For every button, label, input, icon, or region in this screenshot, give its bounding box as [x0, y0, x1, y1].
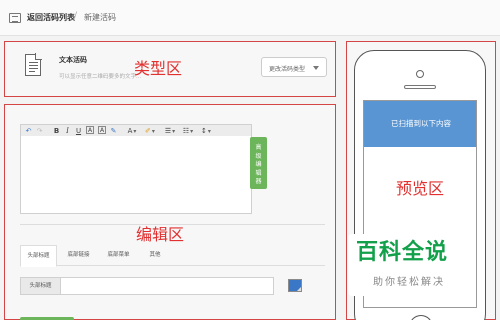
redo-icon[interactable]: ↷: [35, 126, 44, 136]
type-description: 可以显示任意二维码要多的文字...: [59, 74, 142, 80]
advanced-editor-char: 高: [255, 144, 262, 151]
back-to-list-link[interactable]: 返回活码列表: [27, 12, 75, 23]
preview-header: 已扫描到以下内容: [364, 101, 476, 147]
camera-icon: [416, 70, 424, 78]
editor-tabs: 头部标题 底部链接 底部菜单 其他: [20, 245, 325, 267]
strikethrough-button[interactable]: A: [86, 126, 94, 134]
underline-button[interactable]: U: [74, 126, 83, 136]
advanced-editor-char: 辑: [255, 169, 262, 177]
home-button-icon: [409, 315, 433, 320]
italic-button[interactable]: I: [63, 126, 72, 136]
advanced-editor-char: 编: [255, 161, 262, 168]
unordered-list-button[interactable]: ☷: [181, 126, 195, 136]
breadcrumb-separator: /: [74, 11, 78, 21]
change-type-button[interactable]: 更改活码类型: [261, 57, 327, 77]
tab-header-title[interactable]: 头部标题: [20, 245, 57, 267]
type-area-annotation: 类型区: [134, 59, 183, 78]
edit-area-annotation: 编辑区: [136, 225, 185, 244]
watermark-title: 百科全说: [356, 240, 449, 265]
highlight-color-button[interactable]: ✐: [143, 126, 157, 136]
type-title: 文本活码: [59, 56, 87, 64]
chevron-down-icon: [313, 66, 319, 70]
tab-other[interactable]: 其他: [140, 245, 170, 266]
advanced-editor-char: 级: [255, 152, 262, 160]
line-height-button[interactable]: ↕: [199, 126, 213, 136]
advanced-editor-char: 器: [255, 178, 262, 185]
rich-text-editor[interactable]: [20, 136, 252, 214]
watermark: 百科全说 助你轻松解决: [348, 234, 474, 296]
watermark-subtitle: 助你轻松解决: [373, 277, 445, 288]
edit-section: ↶ ↷ B I U A A ✎ A ✐ ☰ ☷ ↕ 高 级 编 辑 器 头部标题…: [4, 104, 336, 320]
preview-area-annotation: 预览区: [396, 179, 445, 198]
marker-icon[interactable]: ✎: [109, 126, 118, 136]
document-icon: [25, 53, 42, 76]
text-box-button[interactable]: A: [98, 126, 106, 134]
bold-button[interactable]: B: [52, 126, 61, 136]
page-title: 新建活码: [84, 13, 116, 22]
header-title-input[interactable]: [60, 277, 274, 295]
breadcrumb: 返回活码列表 / 新建活码: [0, 0, 500, 36]
change-type-label: 更改活码类型: [269, 66, 306, 73]
speaker-icon: [404, 85, 436, 89]
undo-icon[interactable]: ↶: [24, 126, 33, 136]
tab-footer-menu[interactable]: 底部菜单: [100, 245, 137, 266]
font-color-button[interactable]: A: [125, 126, 139, 136]
color-picker[interactable]: [288, 279, 302, 292]
tab-footer-link[interactable]: 底部链接: [60, 245, 97, 266]
ordered-list-button[interactable]: ☰: [163, 126, 177, 136]
header-title-label: 头部标题: [20, 277, 61, 295]
advanced-editor-button[interactable]: 高 级 编 辑 器: [250, 137, 267, 189]
list-icon[interactable]: [9, 13, 21, 23]
